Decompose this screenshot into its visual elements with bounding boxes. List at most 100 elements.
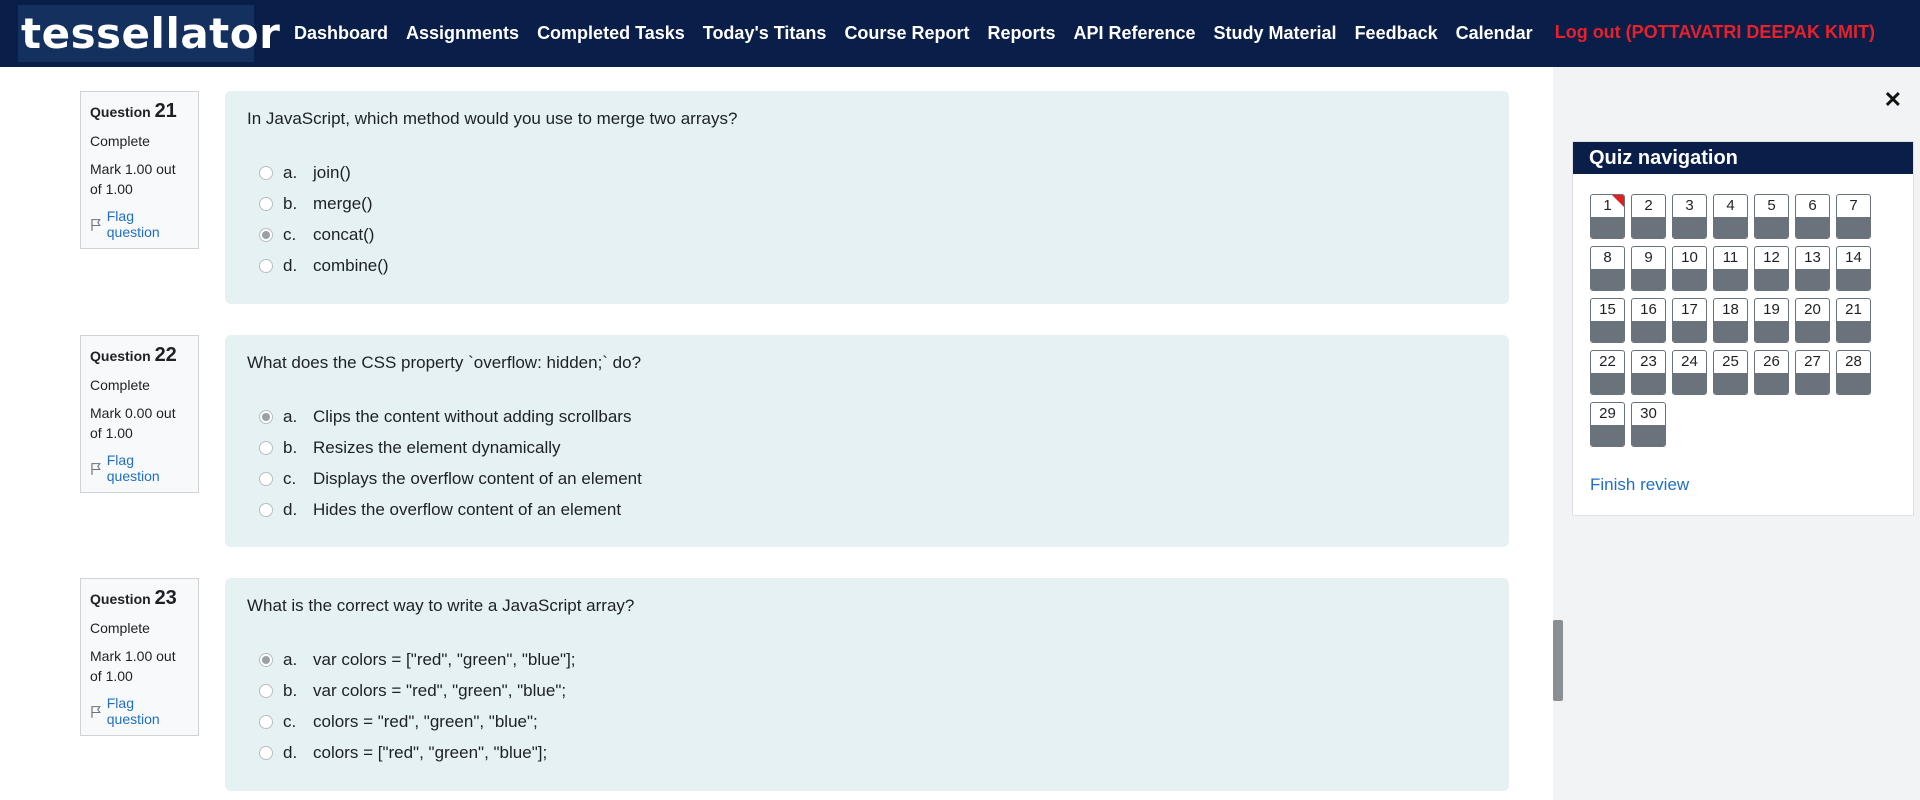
quiz-nav-button-9[interactable]: 9	[1631, 246, 1666, 291]
quiz-nav-button-number: 26	[1763, 353, 1780, 370]
quiz-nav-button-number: 9	[1644, 249, 1653, 266]
nav-link-dashboard[interactable]: Dashboard	[294, 23, 388, 44]
nav-link-today-s-titans[interactable]: Today's Titans	[703, 23, 827, 44]
quiz-nav-button-21[interactable]: 21	[1836, 298, 1871, 343]
answer-radio[interactable]	[259, 683, 273, 698]
nav-link-completed-tasks[interactable]: Completed Tasks	[537, 23, 685, 44]
answered-indicator	[1632, 321, 1665, 342]
quiz-nav-button-number: 17	[1681, 301, 1698, 318]
nav-link-assignments[interactable]: Assignments	[406, 23, 519, 44]
brand-logo[interactable]: tessellator	[18, 5, 280, 62]
answer-option[interactable]: b. merge()	[247, 188, 1487, 219]
answer-option[interactable]: d. Hides the overflow content of an eleme…	[247, 494, 1487, 525]
answer-text: Displays the overflow content of an elem…	[313, 468, 642, 488]
quiz-nav-button-2[interactable]: 2	[1631, 194, 1666, 239]
question-label: Question	[90, 104, 151, 120]
answer-option[interactable]: d. combine()	[247, 250, 1487, 281]
answer-radio[interactable]	[259, 714, 273, 729]
quiz-nav-button-28[interactable]: 28	[1836, 350, 1871, 395]
answer-option[interactable]: a. join()	[247, 157, 1487, 188]
finish-review-link[interactable]: Finish review	[1590, 475, 1689, 495]
question-number-value: 21	[154, 100, 177, 122]
answer-radio[interactable]	[259, 409, 273, 424]
answer-letter: d.	[283, 255, 298, 275]
quiz-nav-button-8[interactable]: 8	[1590, 246, 1625, 291]
answer-letter: b.	[283, 193, 298, 213]
nav-link-feedback[interactable]: Feedback	[1355, 23, 1438, 44]
answer-radio[interactable]	[259, 440, 273, 455]
quiz-nav-button-20[interactable]: 20	[1795, 298, 1830, 343]
quiz-nav-button-1[interactable]: 1	[1590, 194, 1625, 239]
nav-link-reports[interactable]: Reports	[987, 23, 1055, 44]
answer-option[interactable]: c. colors = "red", "green", "blue";	[247, 706, 1487, 737]
answer-radio[interactable]	[259, 652, 273, 667]
quiz-nav-button-12[interactable]: 12	[1754, 246, 1789, 291]
scrollbar-thumb[interactable]	[1553, 620, 1563, 701]
quiz-nav-button-25[interactable]: 25	[1713, 350, 1748, 395]
quiz-nav-button-15[interactable]: 15	[1590, 298, 1625, 343]
answered-indicator	[1673, 373, 1706, 394]
nav-link-course-report[interactable]: Course Report	[844, 23, 969, 44]
answer-letter: c.	[283, 711, 297, 731]
quiz-nav-button-number: 12	[1763, 249, 1780, 266]
quiz-nav-button-11[interactable]: 11	[1713, 246, 1748, 291]
question-label: Question	[90, 348, 151, 364]
answer-radio[interactable]	[259, 165, 273, 180]
answer-radio[interactable]	[259, 227, 273, 242]
answer-option[interactable]: b. var colors = "red", "green", "blue";	[247, 675, 1487, 706]
quiz-nav-button-10[interactable]: 10	[1672, 246, 1707, 291]
nav-link-api-reference[interactable]: API Reference	[1073, 23, 1195, 44]
flag-question-link[interactable]: Flag question	[90, 452, 189, 484]
answer-options: a. Clips the content without adding scrol…	[247, 401, 1487, 525]
answer-option[interactable]: d. colors = ["red", "green", "blue"];	[247, 737, 1487, 768]
answered-indicator	[1632, 425, 1665, 446]
quiz-nav-button-5[interactable]: 5	[1754, 194, 1789, 239]
answer-radio[interactable]	[259, 196, 273, 211]
answer-radio[interactable]	[259, 258, 273, 273]
answer-option[interactable]: c. Displays the overflow content of an el…	[247, 463, 1487, 494]
quiz-nav-button-14[interactable]: 14	[1836, 246, 1871, 291]
question-state: Complete	[90, 620, 150, 636]
quiz-nav-button-29[interactable]: 29	[1590, 402, 1625, 447]
quiz-nav-button-17[interactable]: 17	[1672, 298, 1707, 343]
brand-name: tessellator	[21, 9, 281, 58]
quiz-nav-button-13[interactable]: 13	[1795, 246, 1830, 291]
quiz-navigation: Quiz navigation 1 2 3 4 5 6 7 8 9 10 11 12 13 14 15 16 1…	[1572, 141, 1914, 516]
quiz-nav-button-7[interactable]: 7	[1836, 194, 1871, 239]
answered-indicator	[1714, 217, 1747, 238]
quiz-nav-button-24[interactable]: 24	[1672, 350, 1707, 395]
answer-radio[interactable]	[259, 745, 273, 760]
logout-link[interactable]: Log out (POTTAVATRI DEEPAK KMIT)	[1555, 22, 1875, 43]
quiz-nav-button-23[interactable]: 23	[1631, 350, 1666, 395]
answer-option[interactable]: b. Resizes the element dynamically	[247, 432, 1487, 463]
answered-indicator	[1755, 217, 1788, 238]
flag-question-link[interactable]: Flag question	[90, 695, 189, 727]
quiz-nav-button-30[interactable]: 30	[1631, 402, 1666, 447]
answered-indicator	[1673, 321, 1706, 342]
quiz-nav-button-4[interactable]: 4	[1713, 194, 1748, 239]
flag-question-link[interactable]: Flag question	[90, 208, 189, 240]
answer-option[interactable]: a. Clips the content without adding scrol…	[247, 401, 1487, 432]
answer-option[interactable]: c. concat()	[247, 219, 1487, 250]
answer-radio[interactable]	[259, 502, 273, 517]
quiz-nav-button-22[interactable]: 22	[1590, 350, 1625, 395]
quiz-nav-button-27[interactable]: 27	[1795, 350, 1830, 395]
quiz-nav-button-number: 11	[1722, 249, 1739, 266]
answer-radio[interactable]	[259, 471, 273, 486]
quiz-navigation-title: Quiz navigation	[1573, 142, 1913, 174]
answer-option[interactable]: a. var colors = ["red", "green", "blue"];	[247, 644, 1487, 675]
close-icon[interactable]: ✕	[1884, 87, 1902, 113]
quiz-nav-button-26[interactable]: 26	[1754, 350, 1789, 395]
answer-options: a. var colors = ["red", "green", "blue"];…	[247, 644, 1487, 768]
nav-link-study-material[interactable]: Study Material	[1214, 23, 1337, 44]
answered-indicator	[1755, 269, 1788, 290]
quiz-nav-button-18[interactable]: 18	[1713, 298, 1748, 343]
nav-link-calendar[interactable]: Calendar	[1456, 23, 1533, 44]
quiz-nav-button-3[interactable]: 3	[1672, 194, 1707, 239]
quiz-nav-button-number: 29	[1599, 405, 1616, 422]
quiz-nav-button-19[interactable]: 19	[1754, 298, 1789, 343]
answer-letter: d.	[283, 499, 298, 519]
quiz-nav-button-6[interactable]: 6	[1795, 194, 1830, 239]
answered-indicator	[1632, 373, 1665, 394]
quiz-nav-button-16[interactable]: 16	[1631, 298, 1666, 343]
